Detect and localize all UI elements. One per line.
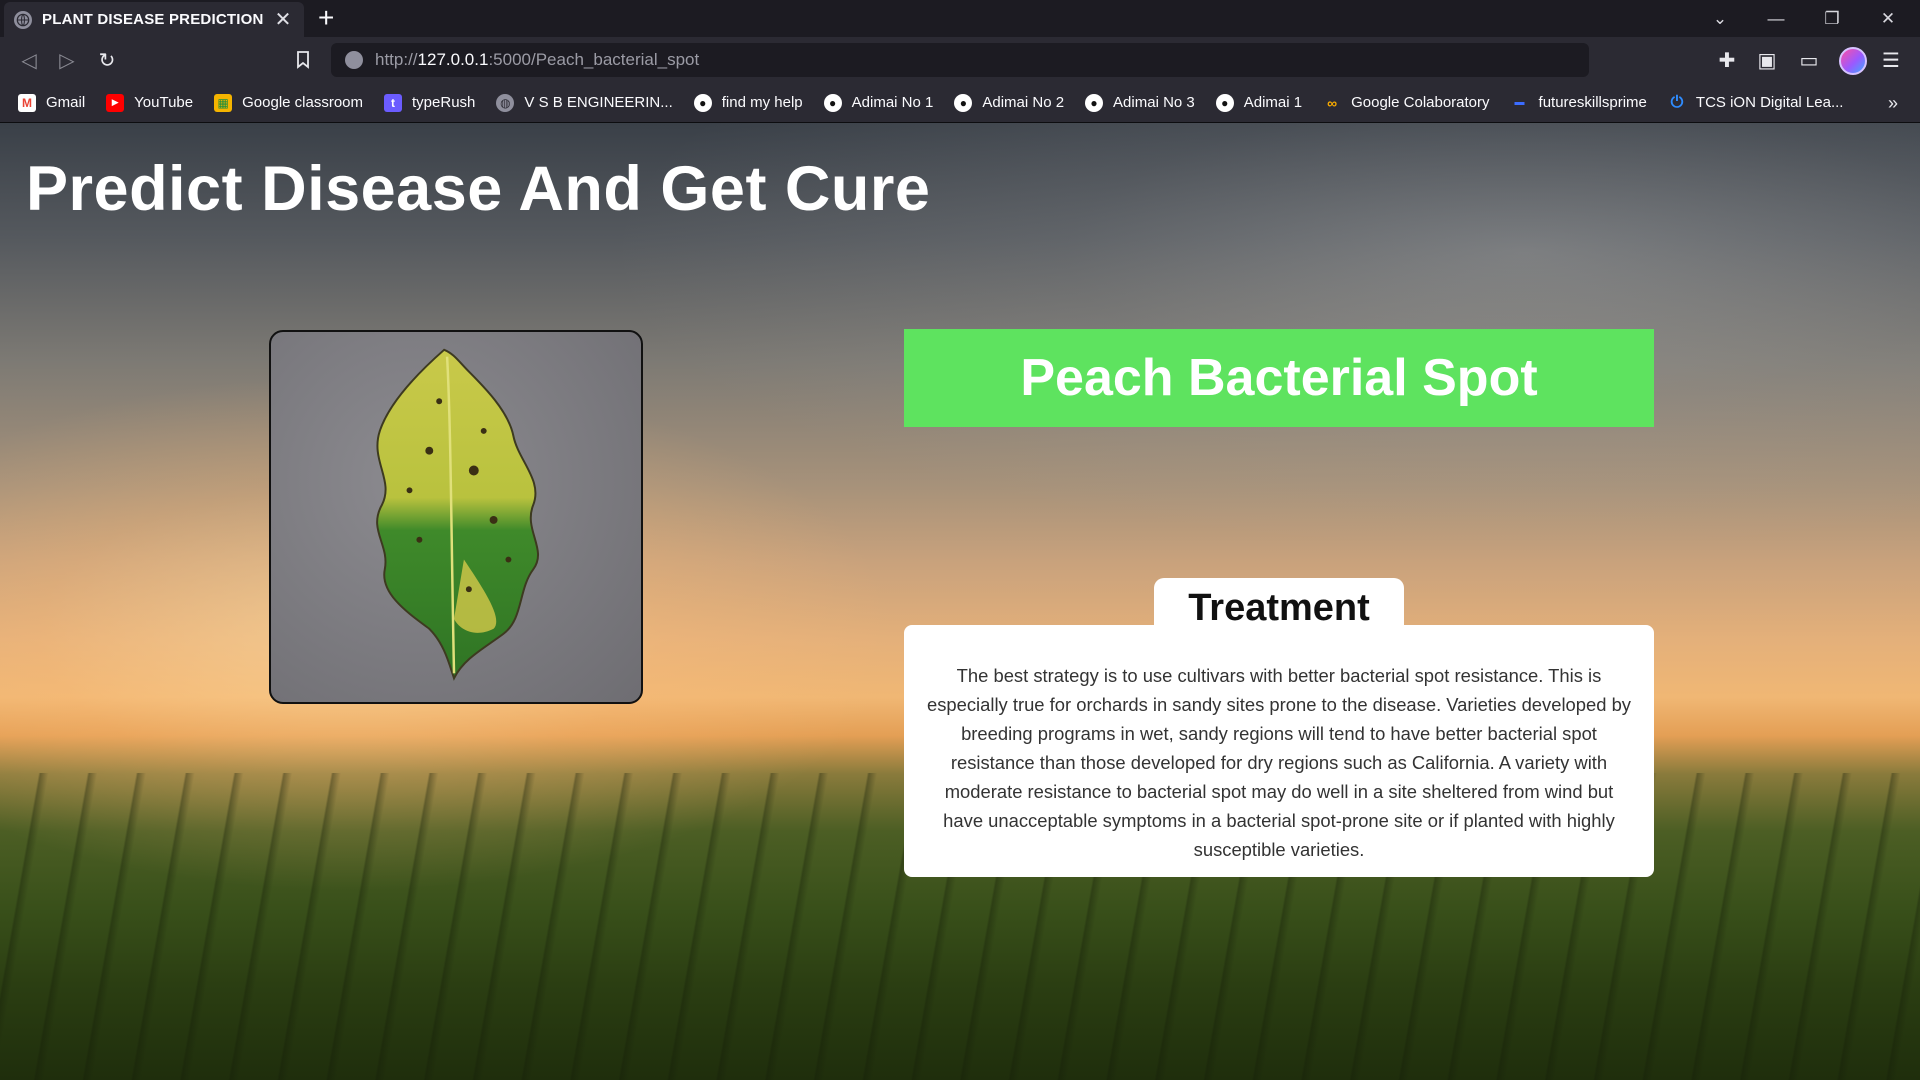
bookmark-youtube[interactable]: ▶ YouTube: [106, 93, 193, 112]
page-content: Predict Disease And Get Cure Peach Bacte…: [0, 123, 1920, 1080]
github-icon: ●: [823, 93, 842, 112]
sidebar-icon[interactable]: ▣: [1754, 47, 1780, 73]
tab-title: PLANT DISEASE PREDICTION: [42, 11, 264, 28]
bookmark-page-icon[interactable]: [288, 45, 318, 75]
forward-icon[interactable]: ▷: [52, 45, 82, 75]
url-text: http://127.0.0.1:5000/Peach_bacterial_sp…: [375, 50, 700, 69]
browser-tab[interactable]: PLANT DISEASE PREDICTION ✕: [4, 2, 304, 37]
bookmark-adimai-1[interactable]: ● Adimai 1: [1215, 93, 1302, 112]
menu-icon[interactable]: ☰: [1878, 47, 1904, 73]
navigation-bar: ◁ ▷ ↻ http://127.0.0.1:5000/Peach_bacter…: [0, 37, 1920, 83]
gmail-icon: M: [18, 93, 36, 112]
reload-icon[interactable]: ↻: [92, 45, 122, 75]
bookmark-vsb[interactable]: ◍ V S B ENGINEERIN...: [496, 93, 673, 112]
close-tab-icon[interactable]: ✕: [272, 7, 294, 32]
predicted-disease-name: Peach Bacterial Spot: [1020, 349, 1538, 407]
treatment-card: The best strategy is to use cultivars wi…: [904, 625, 1654, 877]
futureskills-icon: ▬: [1514, 97, 1525, 108]
bookmark-adimai-no-1[interactable]: ● Adimai No 1: [823, 93, 933, 112]
bookmarks-bar: M Gmail ▶ YouTube ▦ Google classroom t t…: [0, 83, 1920, 123]
github-icon: ●: [1085, 93, 1104, 112]
classroom-icon: ▦: [214, 93, 233, 112]
site-info-icon[interactable]: [345, 51, 363, 69]
github-icon: ●: [954, 93, 973, 112]
bookmark-google-classroom[interactable]: ▦ Google classroom: [214, 93, 363, 112]
bookmark-google-colaboratory[interactable]: ∞ Google Colaboratory: [1323, 94, 1489, 112]
youtube-icon: ▶: [106, 93, 125, 112]
profile-avatar[interactable]: [1839, 47, 1867, 75]
treatment-text: The best strategy is to use cultivars wi…: [926, 665, 1631, 860]
bookmark-find-my-help[interactable]: ● find my help: [693, 93, 803, 112]
colab-icon: ∞: [1327, 94, 1338, 111]
minimize-icon[interactable]: —: [1748, 0, 1804, 37]
bookmark-typerush[interactable]: t typeRush: [384, 93, 475, 112]
page-title: Predict Disease And Get Cure: [26, 154, 931, 224]
wallet-icon[interactable]: ▭: [1796, 47, 1822, 73]
github-icon: ●: [1215, 93, 1234, 112]
globe-icon: [14, 10, 32, 29]
back-icon[interactable]: ◁: [14, 45, 44, 75]
tab-bar: PLANT DISEASE PREDICTION ✕ + ⌄ — ❐ ✕: [0, 0, 1920, 37]
typerush-icon: t: [384, 93, 403, 112]
extensions-icon[interactable]: ✚: [1714, 47, 1740, 73]
restore-icon[interactable]: ❐: [1804, 0, 1860, 37]
address-bar[interactable]: http://127.0.0.1:5000/Peach_bacterial_sp…: [331, 43, 1589, 77]
tab-list-icon[interactable]: ⌄: [1692, 0, 1748, 37]
bookmark-adimai-no-3[interactable]: ● Adimai No 3: [1085, 93, 1195, 112]
bookmark-tcs-ion[interactable]: ⏻ TCS iON Digital Lea...: [1668, 94, 1844, 112]
bookmark-futureskillsprime[interactable]: ▬ futureskillsprime: [1511, 94, 1647, 112]
new-tab-button[interactable]: +: [318, 4, 334, 32]
treatment-heading: Treatment: [1188, 586, 1370, 629]
bookmark-adimai-no-2[interactable]: ● Adimai No 2: [954, 93, 1064, 112]
more-bookmarks-icon[interactable]: »: [1888, 93, 1898, 114]
power-icon: ⏻: [1670, 93, 1684, 111]
globe-icon: ◍: [496, 93, 515, 112]
bookmark-gmail[interactable]: M Gmail: [18, 93, 85, 112]
leaf-image: [269, 330, 643, 704]
github-icon: ●: [693, 93, 712, 112]
leaf-illustration: [376, 348, 539, 681]
close-window-icon[interactable]: ✕: [1860, 0, 1916, 37]
predicted-disease-banner: Peach Bacterial Spot: [904, 329, 1654, 427]
